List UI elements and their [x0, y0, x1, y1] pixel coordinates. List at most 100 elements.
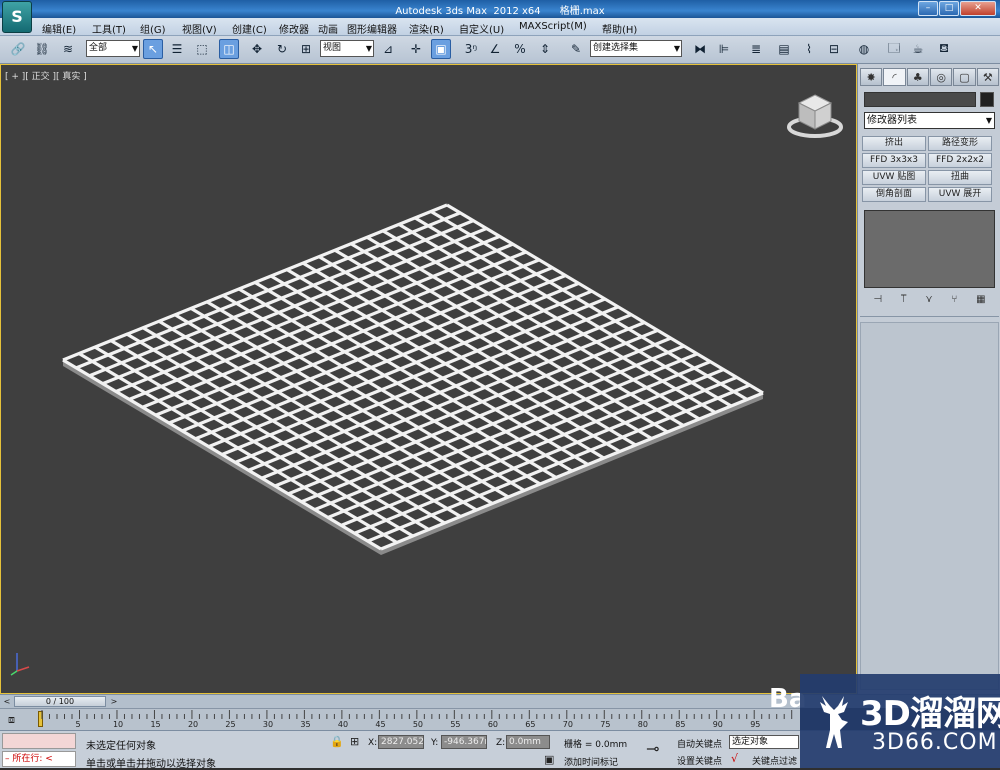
modifier-button-extrude[interactable]: 挤出 — [862, 136, 926, 151]
select-manipulate-icon[interactable]: ✛ — [406, 39, 426, 59]
rectangle-selection-icon[interactable]: ⬚ — [192, 39, 212, 59]
menu-create[interactable]: 创建(C) — [232, 21, 267, 36]
render-setup-icon[interactable]: 🗔 — [884, 39, 904, 59]
auto-key-button[interactable]: 自动关键点 — [677, 737, 722, 750]
menu-maxscript[interactable]: MAXScript(M) — [519, 21, 587, 32]
maximize-button[interactable]: □ — [939, 1, 959, 16]
display-tab-icon[interactable]: ▢ — [953, 68, 976, 86]
menu-view[interactable]: 视图(V) — [182, 21, 217, 36]
scale-icon[interactable]: ⊞ — [296, 39, 316, 59]
maxscript-line[interactable]: – 所在行: < — [2, 751, 76, 767]
bind-space-warp-icon[interactable]: ≋ — [58, 39, 78, 59]
reference-coordinate-dropdown[interactable]: 视图 — [320, 40, 374, 57]
pin-stack-icon[interactable]: ⊣ — [873, 294, 882, 308]
menu-group[interactable]: 组(G) — [140, 21, 166, 36]
y-coordinate-field[interactable]: -946.367m — [441, 735, 487, 749]
menu-rendering[interactable]: 渲染(R) — [409, 21, 444, 36]
menu-modifiers[interactable]: 修改器 — [279, 21, 309, 36]
create-tab-icon[interactable]: ✸ — [860, 68, 883, 86]
spinner-snap-icon[interactable]: ⇕ — [535, 39, 555, 59]
modifier-button-ffd3[interactable]: FFD 3x3x3 — [862, 153, 926, 168]
title-bar: Autodesk 3ds Max 2012 x64 格栅.max – □ ✕ — [0, 0, 1000, 18]
select-by-name-icon[interactable]: ☰ — [167, 39, 187, 59]
modifier-button-path-deform[interactable]: 路径变形 — [928, 136, 992, 151]
named-selection-dropdown[interactable]: 创建选择集 — [590, 40, 682, 57]
next-frame-arrow-icon[interactable]: > — [108, 696, 120, 707]
snaps-toggle-icon[interactable]: 3ᵑ — [461, 39, 481, 59]
move-icon[interactable]: ✥ — [247, 39, 267, 59]
add-time-tag[interactable]: 添加时间标记 — [564, 755, 618, 768]
key-filters-button[interactable]: 关键点过滤 — [752, 754, 797, 767]
show-end-result-icon[interactable]: ⟙ — [901, 294, 907, 308]
tick-label: 10 — [112, 720, 124, 729]
window-crossing-icon[interactable]: ◫ — [219, 39, 239, 59]
tick-label: 70 — [562, 720, 573, 729]
schematic-view-icon[interactable]: ⊟ — [824, 39, 844, 59]
modifier-button-twist[interactable]: 扭曲 — [928, 170, 992, 185]
set-key-icon[interactable]: ⊸ — [646, 739, 659, 758]
link-icon[interactable]: 🔗 — [8, 39, 28, 59]
render-production-icon[interactable]: ⛾ — [934, 39, 954, 59]
keyboard-shortcut-override-icon[interactable]: ▣ — [431, 39, 451, 59]
modifier-list-dropdown[interactable]: 修改器列表 — [864, 112, 995, 129]
make-unique-icon[interactable]: ⋎ — [925, 294, 932, 308]
layer-manager-icon[interactable]: ≣ — [746, 39, 766, 59]
align-icon[interactable]: ⊫ — [714, 39, 734, 59]
absolute-mode-icon[interactable]: ⊞ — [350, 735, 359, 748]
menu-graph-editors[interactable]: 图形编辑器 — [347, 21, 397, 36]
tick-label: 90 — [712, 720, 723, 729]
menu-customize[interactable]: 自定义(U) — [459, 21, 504, 36]
select-object-icon[interactable]: ↖ — [143, 39, 163, 59]
curve-editor-icon[interactable]: ⌇ — [799, 39, 819, 59]
utilities-tab-icon[interactable]: ⚒ — [976, 68, 999, 86]
z-coordinate-field[interactable]: 0.0mm — [506, 735, 550, 749]
tick-label: 25 — [225, 720, 236, 729]
modifier-button-unwrap-uvw[interactable]: UVW 展开 — [928, 187, 992, 202]
track-bar[interactable]: ⧈ 5 10 15 20 25 30 35 40 45 50 55 60 65 70 75 80 85 90 95 — [0, 708, 800, 730]
prev-frame-arrow-icon[interactable]: < — [1, 696, 13, 707]
time-slider[interactable]: 0 / 100 — [14, 696, 106, 707]
modifier-button-ffd2[interactable]: FFD 2x2x2 — [928, 153, 992, 168]
modifier-button-uvw-map[interactable]: UVW 贴图 — [862, 170, 926, 185]
menu-edit[interactable]: 编辑(E) — [42, 21, 76, 36]
minimize-button[interactable]: – — [918, 1, 938, 16]
pivot-center-icon[interactable]: ⊿ — [378, 39, 398, 59]
selected-object-dropdown[interactable]: 选定对象 — [729, 735, 799, 749]
rendered-frame-window-icon[interactable]: ☕ — [908, 39, 928, 59]
menu-bar: 编辑(E) 工具(T) 组(G) 视图(V) 创建(C) 修改器 动画 图形编辑… — [0, 18, 1000, 36]
selection-filter-dropdown[interactable]: 全部 — [86, 40, 140, 57]
edit-named-selection-icon[interactable]: ✎ — [566, 39, 586, 59]
close-button[interactable]: ✕ — [960, 1, 996, 16]
lock-selection-icon[interactable]: 🔒 — [330, 735, 344, 748]
app-menu-button[interactable]: S — [2, 1, 32, 33]
menu-tools[interactable]: 工具(T) — [92, 21, 126, 36]
configure-sets-icon[interactable]: ▦ — [976, 294, 985, 308]
tick-label: 40 — [337, 720, 349, 729]
menu-help[interactable]: 帮助(H) — [602, 21, 637, 36]
graphite-tools-icon[interactable]: ▤ — [774, 39, 794, 59]
x-coordinate-field[interactable]: 2827.052m — [378, 735, 424, 749]
object-name-field[interactable] — [864, 92, 976, 107]
unlink-icon[interactable]: ⛓ — [32, 39, 52, 59]
modifier-button-bevel-profile[interactable]: 倒角剖面 — [862, 187, 926, 202]
modify-tab-icon[interactable]: ◜ — [883, 68, 906, 86]
material-editor-icon[interactable]: ◍ — [854, 39, 874, 59]
remove-modifier-icon[interactable]: ⑂ — [951, 294, 957, 308]
track-ticks — [41, 710, 793, 719]
panel-divider — [860, 316, 999, 317]
key-filter-icon[interactable]: √ — [731, 752, 738, 765]
object-color-swatch[interactable] — [980, 92, 994, 107]
grating-mesh[interactable] — [1, 65, 857, 694]
maxscript-listener-box[interactable] — [2, 733, 76, 749]
percent-snap-icon[interactable]: % — [510, 39, 530, 59]
angle-snap-icon[interactable]: ∠ — [485, 39, 505, 59]
time-tag-icon[interactable]: ▣ — [544, 753, 554, 766]
motion-tab-icon[interactable]: ◎ — [929, 68, 953, 86]
set-key-button[interactable]: 设置关键点 — [677, 754, 722, 767]
perspective-viewport[interactable]: [ + ][ 正交 ][ 真实 ] — [0, 64, 857, 694]
rotate-icon[interactable]: ↻ — [272, 39, 292, 59]
menu-animation[interactable]: 动画 — [318, 21, 338, 36]
hierarchy-tab-icon[interactable]: ♣ — [906, 68, 929, 86]
mirror-icon[interactable]: ⧓ — [690, 39, 710, 59]
modifier-stack[interactable] — [864, 210, 995, 288]
